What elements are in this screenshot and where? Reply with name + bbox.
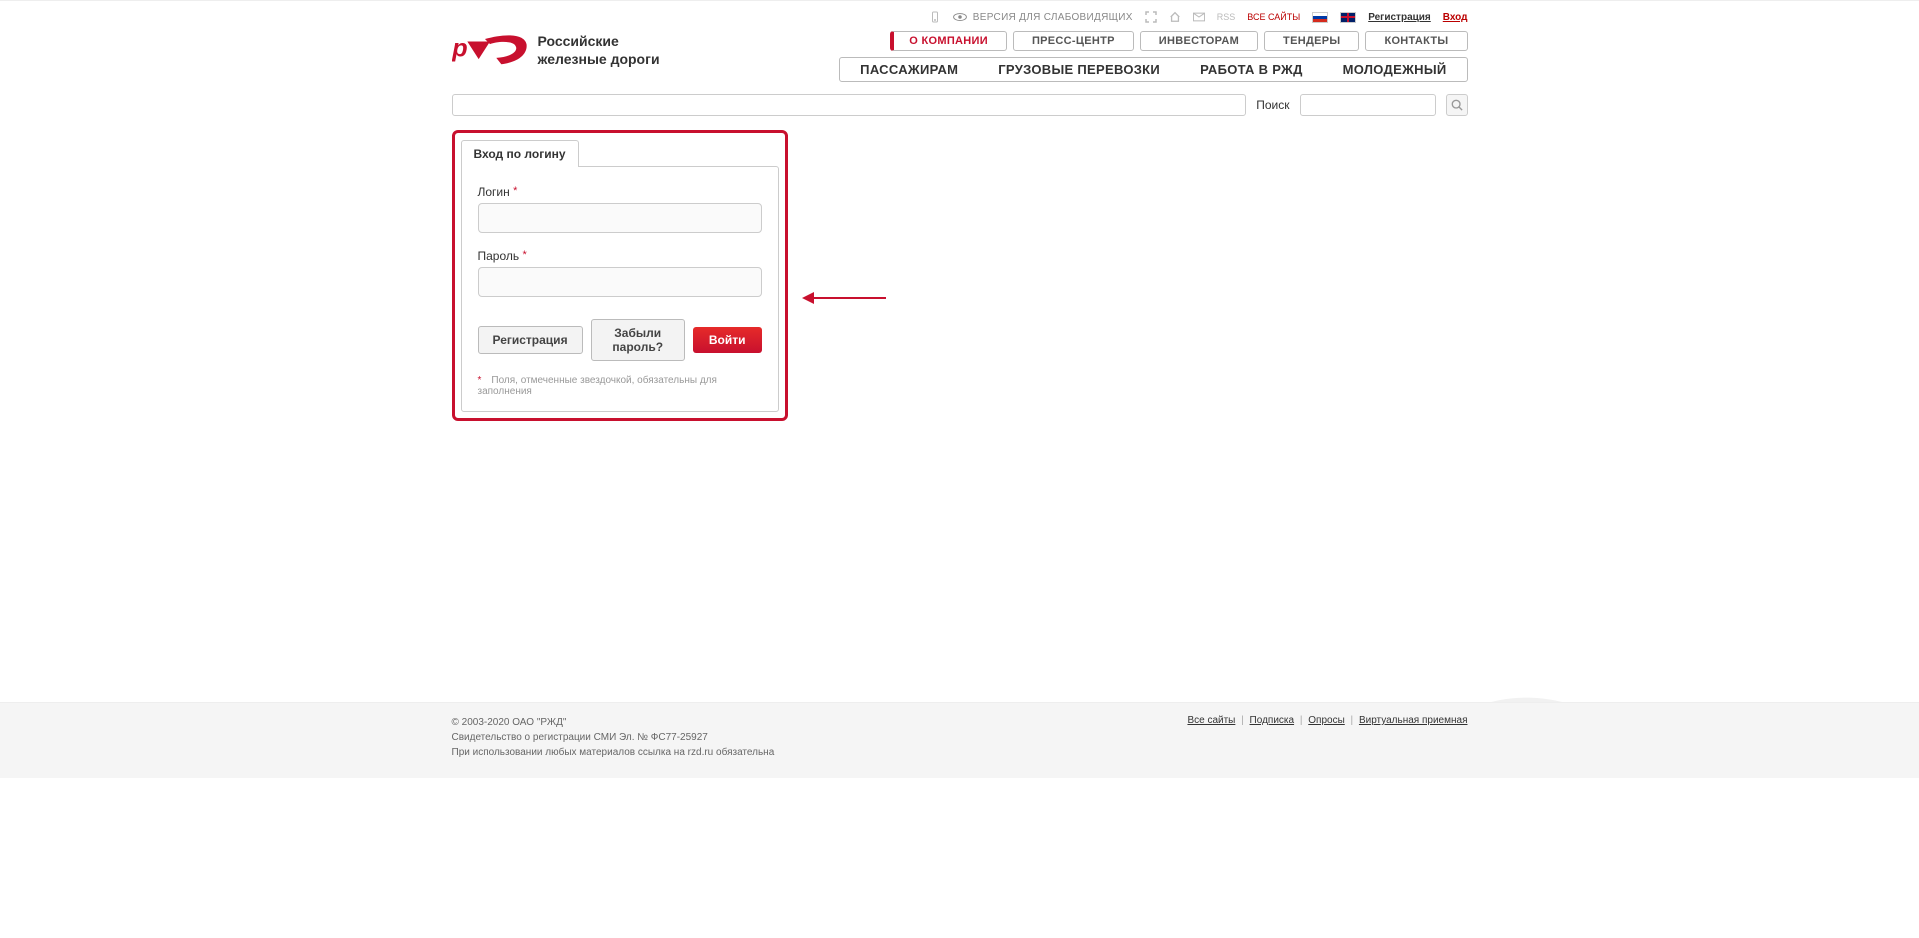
eye-icon: [953, 12, 967, 22]
login-input[interactable]: [478, 203, 762, 233]
svg-text:p: p: [452, 34, 468, 62]
top-register-link[interactable]: Регистрация: [1368, 12, 1431, 23]
search-label: Поиск: [1256, 98, 1289, 112]
logo-text: Российские железные дороги: [538, 33, 660, 68]
flag-uk-icon[interactable]: [1340, 12, 1356, 23]
password-input[interactable]: [478, 267, 762, 297]
nav-contacts[interactable]: КОНТАКТЫ: [1365, 31, 1467, 51]
login-tab: Вход по логину: [455, 133, 785, 166]
nav-tenders[interactable]: ТЕНДЕРЫ: [1264, 31, 1359, 51]
register-button[interactable]: Регистрация: [478, 326, 583, 354]
login-field-label: Логин *: [478, 185, 762, 199]
footer-link-note: При использовании любых материалов ссылк…: [452, 745, 775, 760]
nav-block: О КОМПАНИИ ПРЕСС-ЦЕНТР ИНВЕСТОРАМ ТЕНДЕР…: [839, 29, 1467, 82]
search-row: Поиск: [452, 94, 1468, 116]
footer-right: Все сайты | Подписка | Опросы | Виртуаль…: [1187, 715, 1467, 760]
login-form-body: Логин * Пароль * Регистрация Забыли паро…: [461, 166, 779, 412]
footer-subscribe-link[interactable]: Подписка: [1250, 715, 1295, 726]
submit-login-button[interactable]: Войти: [693, 327, 762, 353]
search-icon: [1451, 99, 1463, 111]
all-sites-link[interactable]: ВСЕ САЙТЫ: [1247, 12, 1300, 22]
footer-copyright: © 2003-2020 ОАО "РЖД": [452, 715, 775, 730]
search-button[interactable]: [1446, 94, 1468, 116]
footer-cert: Свидетельство о регистрации СМИ Эл. № ФС…: [452, 730, 775, 745]
top-login-link[interactable]: Вход: [1443, 12, 1468, 23]
mail-icon[interactable]: [1193, 11, 1205, 23]
login-tab-label[interactable]: Вход по логину: [461, 140, 579, 167]
phone-icon: [929, 11, 941, 23]
breadcrumb-input[interactable]: [452, 94, 1247, 116]
logo-block[interactable]: p Российские железные дороги: [452, 29, 660, 68]
nav-work[interactable]: РАБОТА В РЖД: [1180, 58, 1323, 81]
nav-secondary: ПАССАЖИРАМ ГРУЗОВЫЕ ПЕРЕВОЗКИ РАБОТА В Р…: [839, 57, 1467, 82]
logo-icon: p: [452, 34, 528, 68]
required-note: *Поля, отмеченные звездочкой, обязательн…: [478, 375, 762, 397]
flag-ru-icon[interactable]: [1312, 12, 1328, 23]
nav-investors[interactable]: ИНВЕСТОРАМ: [1140, 31, 1258, 51]
nav-about[interactable]: О КОМПАНИИ: [890, 31, 1007, 51]
nav-passengers[interactable]: ПАССАЖИРАМ: [840, 58, 978, 81]
home-icon[interactable]: [1169, 11, 1181, 23]
annotation-arrow-icon: [802, 292, 886, 304]
password-field-label: Пароль *: [478, 249, 762, 263]
footer-left: © 2003-2020 ОАО "РЖД" Свидетельство о ре…: [452, 715, 775, 760]
accessibility-label: ВЕРСИЯ ДЛЯ СЛАБОВИДЯЩИХ: [973, 12, 1133, 23]
footer: © 2003-2020 ОАО "РЖД" Свидетельство о ре…: [0, 702, 1919, 778]
top-bar: ВЕРСИЯ ДЛЯ СЛАБОВИДЯЩИХ RSS ВСЕ САЙТЫ Ре…: [452, 1, 1468, 27]
footer-polls-link[interactable]: Опросы: [1308, 715, 1345, 726]
forgot-password-button[interactable]: Забыли пароль?: [591, 319, 685, 361]
header: p Российские железные дороги О КОМПАНИИ …: [452, 29, 1468, 82]
nav-primary: О КОМПАНИИ ПРЕСС-ЦЕНТР ИНВЕСТОРАМ ТЕНДЕР…: [839, 31, 1467, 51]
nav-freight[interactable]: ГРУЗОВЫЕ ПЕРЕВОЗКИ: [978, 58, 1180, 81]
rss-link[interactable]: RSS: [1217, 12, 1236, 22]
footer-virtual-link[interactable]: Виртуальная приемная: [1359, 715, 1468, 726]
login-button-row: Регистрация Забыли пароль? Войти: [478, 319, 762, 361]
nav-youth[interactable]: МОЛОДЕЖНЫЙ: [1323, 58, 1467, 81]
expand-icon[interactable]: [1145, 11, 1157, 23]
accessibility-link[interactable]: ВЕРСИЯ ДЛЯ СЛАБОВИДЯЩИХ: [953, 12, 1133, 23]
login-panel: Вход по логину Логин * Пароль * Регистра…: [452, 130, 788, 421]
search-input[interactable]: [1300, 94, 1436, 116]
footer-all-sites-link[interactable]: Все сайты: [1187, 715, 1235, 726]
nav-press[interactable]: ПРЕСС-ЦЕНТР: [1013, 31, 1134, 51]
